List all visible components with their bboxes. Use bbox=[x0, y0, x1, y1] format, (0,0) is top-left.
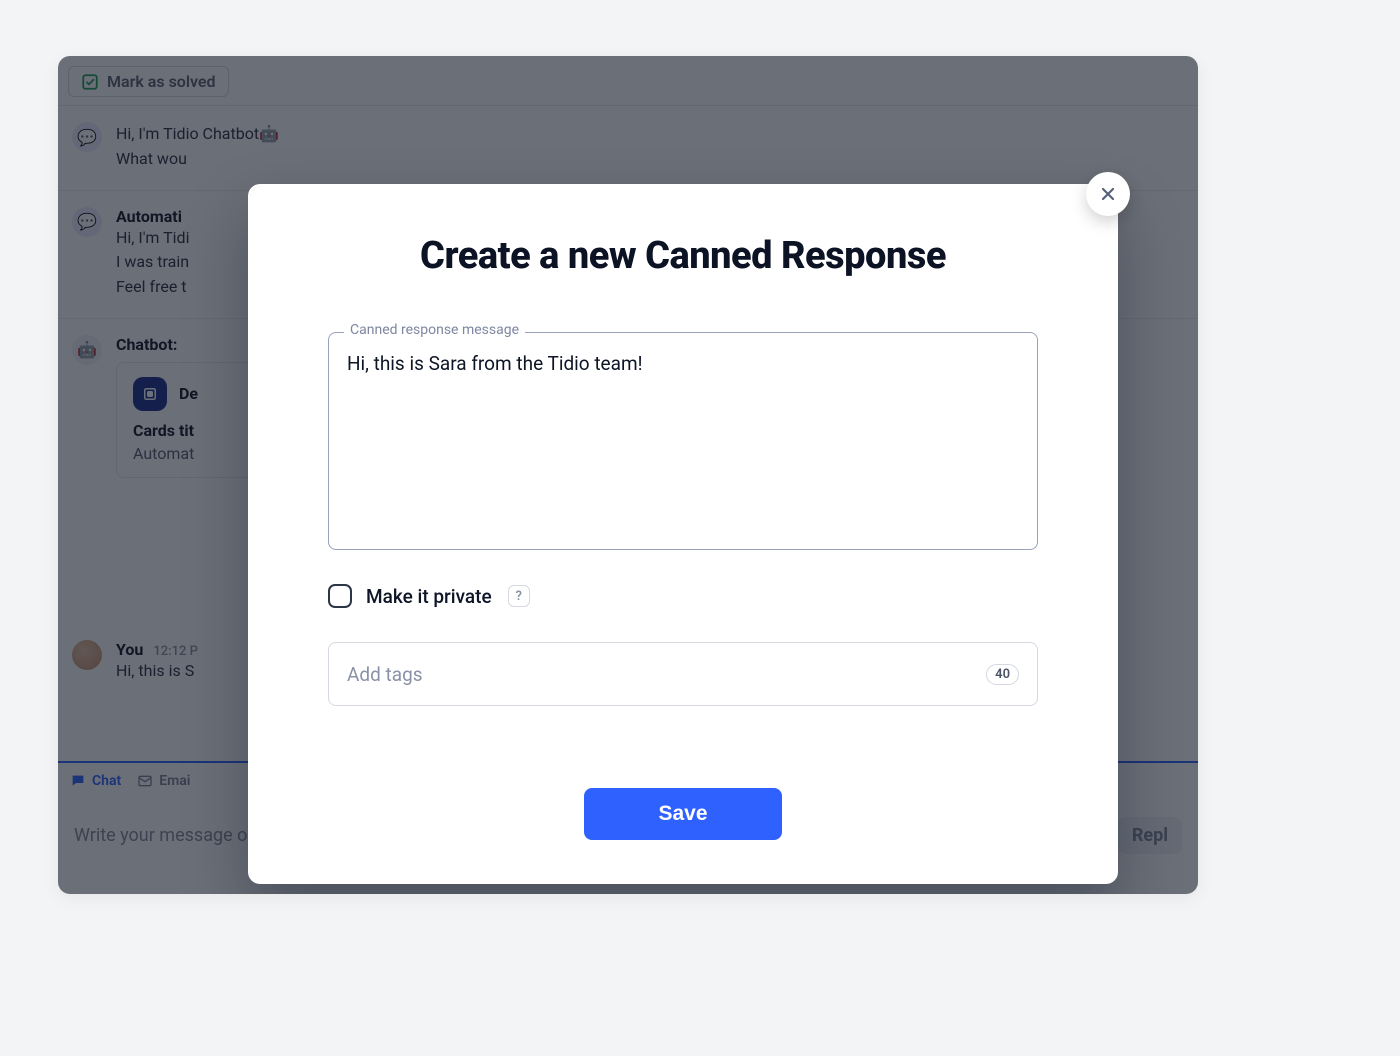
canned-message-input[interactable] bbox=[328, 332, 1038, 550]
close-modal-button[interactable] bbox=[1086, 172, 1130, 216]
make-private-checkbox[interactable] bbox=[328, 584, 352, 608]
tags-field[interactable]: 40 bbox=[328, 642, 1038, 706]
app-window: Mark as solved 💬 Hi, I'm Tidio Chatbot🤖 … bbox=[58, 56, 1198, 894]
create-canned-response-modal: Create a new Canned Response Canned resp… bbox=[248, 184, 1118, 884]
make-private-row: Make it private ? bbox=[328, 584, 1038, 608]
tags-input[interactable] bbox=[347, 663, 986, 686]
save-button[interactable]: Save bbox=[584, 788, 781, 840]
close-icon bbox=[1098, 184, 1118, 204]
modal-title: Create a new Canned Response bbox=[328, 234, 1038, 278]
make-private-label: Make it private bbox=[366, 585, 492, 608]
canned-message-label: Canned response message bbox=[344, 322, 525, 338]
help-icon[interactable]: ? bbox=[508, 585, 530, 607]
tags-remaining-badge: 40 bbox=[986, 664, 1019, 685]
canned-message-field: Canned response message bbox=[328, 332, 1038, 554]
